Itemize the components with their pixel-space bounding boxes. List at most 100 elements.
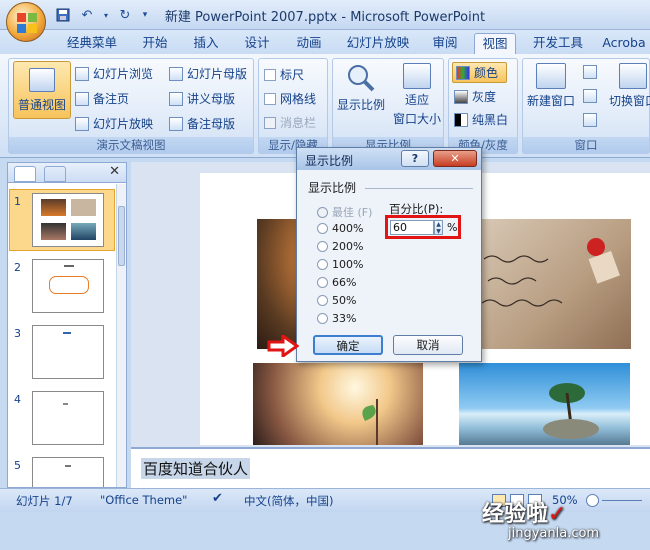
slide-master-button[interactable]: 幻灯片母版: [169, 65, 247, 82]
slide-number: 4: [14, 393, 21, 406]
ribbon-tabs: 经典菜单 开始 插入 设计 动画 幻灯片放映 审阅 视图 开发工具 Acroba: [0, 30, 650, 54]
watermark-url: jingyanla.com: [508, 526, 600, 541]
pane-tabs: ✕: [8, 163, 126, 183]
spellcheck-icon[interactable]: ✔: [212, 491, 223, 506]
ok-button[interactable]: 确定: [313, 335, 383, 355]
gridlines-checkbox[interactable]: 网格线: [264, 90, 316, 107]
section-label: 显示比例: [308, 181, 357, 195]
percent-spinner[interactable]: ▲ ▼: [434, 220, 443, 235]
scroll-thumb[interactable]: [118, 206, 125, 266]
fit-to-window-button[interactable]: 适应 窗口大小: [393, 63, 441, 127]
slides-tab[interactable]: [14, 166, 36, 182]
tab-view[interactable]: 视图: [474, 33, 516, 54]
tab-developer[interactable]: 开发工具: [526, 33, 590, 54]
notes-pane[interactable]: 百度知道合伙人: [131, 447, 650, 488]
notes-master-button[interactable]: 备注母版: [169, 115, 235, 132]
switch-window-icon: [619, 63, 647, 89]
zoom-button[interactable]: 显示比例: [337, 63, 385, 113]
dialog-title: 显示比例: [305, 154, 354, 168]
best-fit-radio: 最佳 (F): [317, 204, 372, 220]
office-button[interactable]: [6, 2, 46, 42]
window-group: 新建窗口 切换窗口 窗口: [522, 58, 650, 154]
color-button[interactable]: 颜色: [452, 62, 508, 83]
zoom-400-radio[interactable]: 400%: [317, 222, 363, 235]
arrange-all-button[interactable]: [583, 65, 597, 79]
title-bar: ↶ ▾ ↻ ▾ 新建 PowerPoint 2007.pptx - Micros…: [0, 0, 650, 30]
language-status[interactable]: 中文(简体，中国): [244, 493, 333, 509]
cascade-icon: [583, 89, 597, 103]
pane-scrollbar[interactable]: [116, 184, 126, 487]
tab-classic-menu[interactable]: 经典菜单: [60, 33, 124, 54]
handout-master-button[interactable]: 讲义母版: [169, 90, 235, 107]
percent-unit: %: [447, 221, 458, 234]
message-bar-checkbox: 消息栏: [264, 114, 316, 131]
color-icon: [456, 65, 470, 80]
tab-review[interactable]: 审阅: [424, 33, 466, 54]
slide-number: 3: [14, 327, 21, 340]
ribbon: 普通视图 幻灯片浏览 备注页 幻灯片放映 幻灯片母版 讲义母版 备注母版 演示文…: [0, 54, 650, 158]
tab-home[interactable]: 开始: [134, 33, 176, 54]
tab-design[interactable]: 设计: [236, 33, 278, 54]
switch-window-button[interactable]: 切换窗口: [609, 63, 650, 109]
new-window-icon: [536, 63, 566, 89]
slide-thumbnail-3[interactable]: [32, 325, 104, 379]
slide-sorter-icon: [75, 66, 89, 81]
slide-number: 2: [14, 261, 21, 274]
outline-tab[interactable]: [44, 166, 66, 182]
move-split-button[interactable]: [583, 113, 597, 127]
tab-insert[interactable]: 插入: [186, 33, 226, 54]
new-window-button[interactable]: 新建窗口: [527, 63, 575, 109]
show-hide-group: 标尺 网格线 消息栏 显示/隐藏: [258, 58, 328, 154]
slide-master-icon: [169, 66, 183, 81]
slide-thumbnail-4[interactable]: [32, 391, 104, 445]
tab-slideshow[interactable]: 幻灯片放映: [340, 33, 416, 54]
color-grayscale-group: 颜色 灰度 纯黑白 颜色/灰度: [448, 58, 518, 154]
watermark-brand: 经验啦: [482, 502, 549, 527]
grayscale-button[interactable]: 灰度: [454, 88, 496, 105]
close-button[interactable]: ✕: [433, 150, 477, 167]
slides-pane: ✕ 1 2 3 4 5: [7, 162, 127, 488]
slideshow-icon: [75, 116, 89, 131]
tab-animation[interactable]: 动画: [288, 33, 330, 54]
slide-thumbnail-1[interactable]: [32, 193, 104, 247]
slide-number: 5: [14, 459, 21, 472]
percent-input[interactable]: 60: [390, 220, 434, 235]
slide-counter: 幻灯片 1/7: [16, 494, 73, 508]
group-label: 演示文稿视图: [9, 137, 253, 153]
slide-sorter-button[interactable]: 幻灯片浏览: [75, 65, 153, 82]
zoom-slider[interactable]: [602, 500, 642, 501]
help-button[interactable]: ?: [401, 150, 429, 167]
zoom-dialog: 显示比例 ? ✕ 显示比例 最佳 (F) 400% 200% 100% 66% …: [267, 147, 482, 362]
arrange-icon: [583, 65, 597, 79]
slide-thumbnail-5[interactable]: [32, 457, 104, 487]
notes-page-button[interactable]: 备注页: [75, 90, 129, 107]
presentation-views-group: 普通视图 幻灯片浏览 备注页 幻灯片放映 幻灯片母版 讲义母版 备注母版 演示文…: [8, 58, 254, 154]
notes-text: 百度知道合伙人: [141, 458, 251, 479]
cascade-button[interactable]: [583, 89, 597, 103]
slide-thumbnail-2[interactable]: [32, 259, 104, 313]
group-label: 窗口: [523, 137, 649, 153]
handout-master-icon: [169, 91, 183, 106]
theme-name: "Office Theme": [100, 493, 188, 507]
black-white-icon: [454, 112, 468, 127]
fit-window-icon: [403, 63, 431, 89]
normal-view-button[interactable]: 普通视图: [13, 61, 71, 119]
notes-master-icon: [169, 116, 183, 131]
zoom-50-radio[interactable]: 50%: [317, 294, 356, 307]
tab-acrobat[interactable]: Acroba: [598, 33, 650, 54]
zoom-66-radio[interactable]: 66%: [317, 276, 356, 289]
slideshow-button[interactable]: 幻灯片放映: [75, 115, 153, 132]
zoom-33-radio[interactable]: 33%: [317, 312, 356, 325]
pure-bw-button[interactable]: 纯黑白: [454, 111, 508, 128]
split-icon: [583, 113, 597, 127]
normal-view-icon: [29, 67, 55, 92]
close-pane-icon[interactable]: ✕: [109, 164, 120, 179]
grayscale-icon: [454, 89, 468, 104]
watermark: 经验啦✓ jingyanla.com: [482, 496, 599, 541]
watermark-check: ✓: [548, 502, 567, 527]
ruler-checkbox[interactable]: 标尺: [264, 66, 304, 83]
cancel-button[interactable]: 取消: [393, 335, 463, 355]
zoom-100-radio[interactable]: 100%: [317, 258, 363, 271]
window-title: 新建 PowerPoint 2007.pptx - Microsoft Powe…: [164, 10, 486, 25]
zoom-200-radio[interactable]: 200%: [317, 240, 363, 253]
